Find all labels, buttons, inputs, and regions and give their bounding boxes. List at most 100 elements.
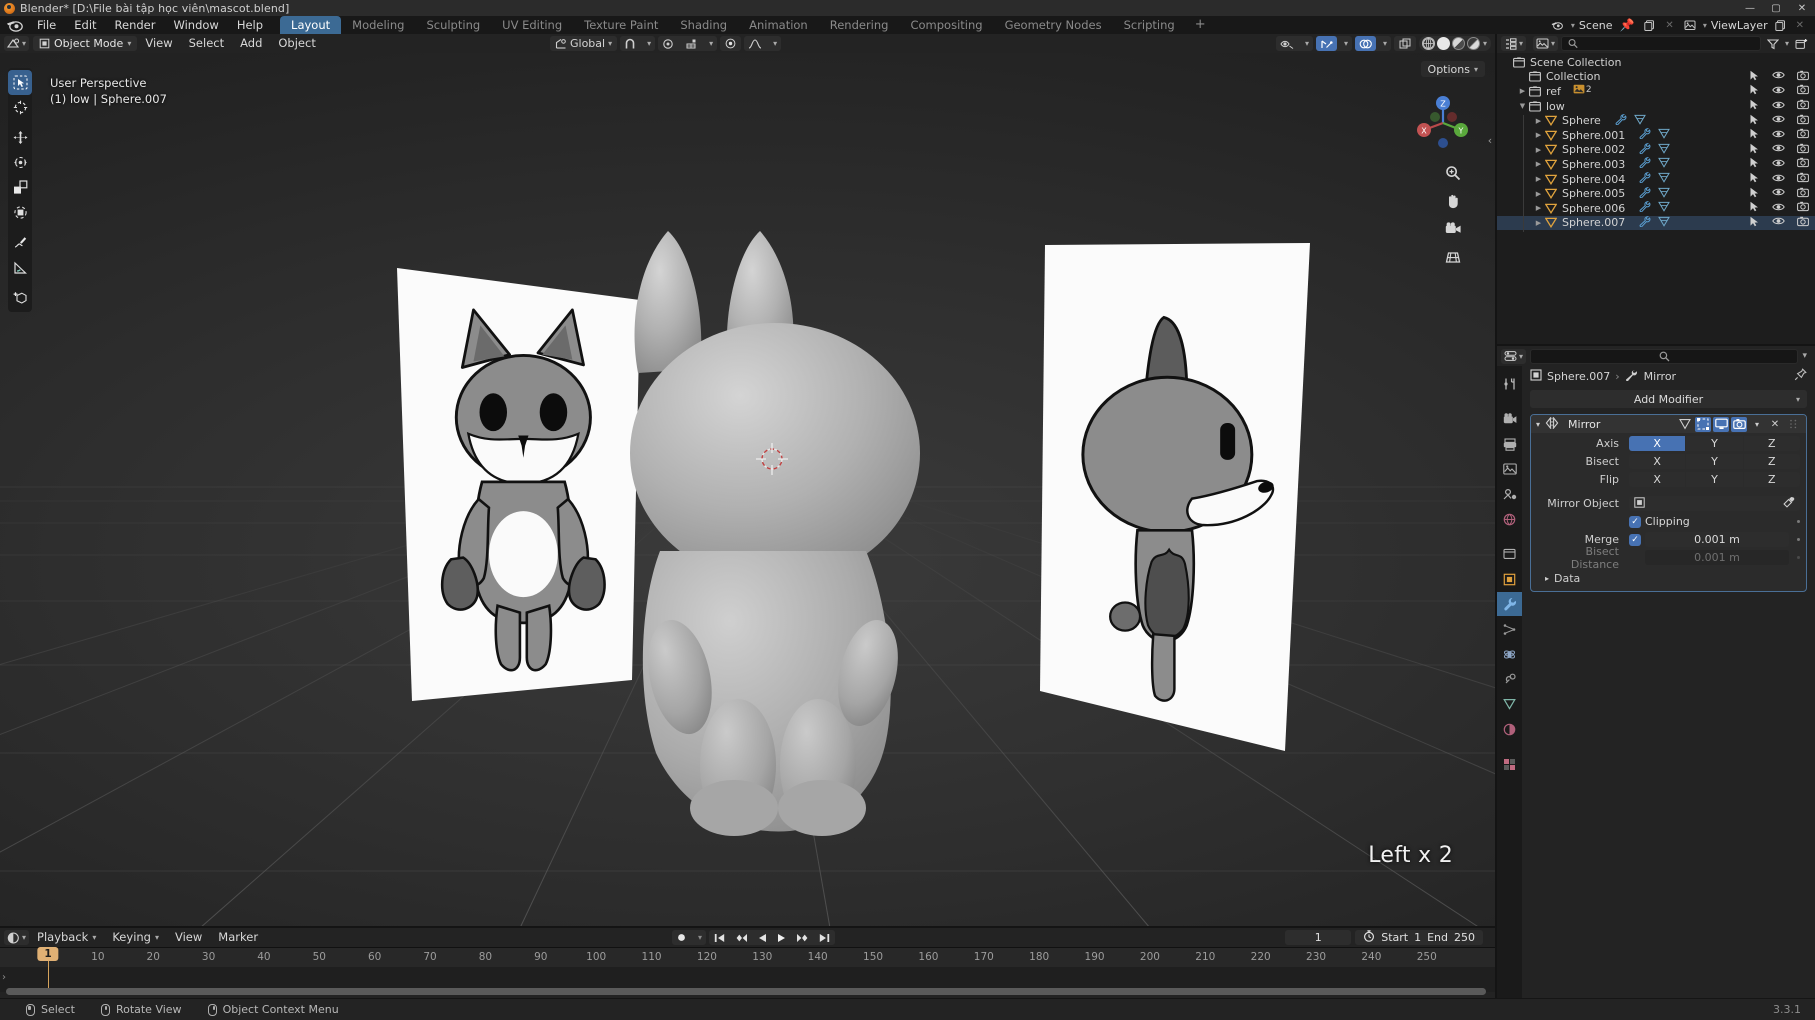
outliner-editor-type-selector[interactable]: ▾ <box>1501 36 1527 51</box>
outliner-row-sphere-002[interactable]: ▶ Sphere.002 <box>1497 143 1815 158</box>
image-datablock-badge[interactable]: 2 <box>1561 84 1592 98</box>
workspace-tab-uv-editing[interactable]: UV Editing <box>491 16 573 34</box>
axis-toggle-group[interactable]: XYZ <box>1629 436 1800 451</box>
workspace-tab-scripting[interactable]: Scripting <box>1113 16 1186 34</box>
shading-chevron-icon[interactable]: ▾ <box>1481 39 1489 48</box>
tool-transform[interactable] <box>8 200 32 225</box>
tool-move[interactable] <box>8 125 32 150</box>
outliner-row-sphere[interactable]: ▶ Sphere <box>1497 113 1815 128</box>
proportional-editing-icon[interactable] <box>658 36 678 51</box>
outliner-disable-render-icon[interactable] <box>1797 172 1809 186</box>
shading-rendered-icon[interactable] <box>1466 37 1480 50</box>
add-modifier-button[interactable]: Add Modifier ▾ <box>1530 390 1807 408</box>
timeline-ruler[interactable]: 10 20 30 40 50 60 70 80 90 100 110 120 130 140 150 160 1… <box>0 947 1495 967</box>
proportional-editing-controls[interactable]: ▾ <box>658 36 718 51</box>
timeline-channel-expand-icon[interactable]: › <box>0 970 8 984</box>
visibility-chevron-icon[interactable]: ▾ <box>1301 36 1313 51</box>
clipping-checkbox[interactable]: ✓ <box>1629 515 1641 528</box>
tab-object[interactable] <box>1497 567 1522 591</box>
workspace-tab-compositing[interactable]: Compositing <box>899 16 993 34</box>
sidebar-toggle-arrow-icon[interactable]: ‹ <box>1485 127 1495 153</box>
tab-world[interactable] <box>1497 507 1522 531</box>
outliner-selectable-icon[interactable] <box>1749 157 1760 171</box>
outliner-disable-render-icon[interactable] <box>1797 70 1809 84</box>
show-gizmo-icon[interactable] <box>1315 36 1337 51</box>
modifier-datablock-icon[interactable] <box>1639 172 1651 186</box>
viewlayer-chevron-icon[interactable]: ▾ <box>1703 21 1707 30</box>
mesh-datablock-icon[interactable] <box>1658 128 1671 142</box>
outliner-selectable-icon[interactable] <box>1749 187 1760 201</box>
proportional-pivot-icon[interactable] <box>681 36 702 51</box>
axis-toggle-x[interactable]: X <box>1629 436 1686 451</box>
expander-closed-icon[interactable]: ▶ <box>1533 131 1544 139</box>
tool-annotate[interactable] <box>8 230 32 255</box>
mesh-datablock-icon[interactable] <box>1658 216 1671 230</box>
snap-controls[interactable]: ▾ <box>620 36 656 51</box>
falloff-chevron-icon[interactable]: ▾ <box>769 36 781 51</box>
mesh-datablock-icon[interactable] <box>1658 143 1671 157</box>
outliner-row-sphere-006[interactable]: ▶ Sphere.006 <box>1497 201 1815 216</box>
tab-view-layer[interactable] <box>1497 457 1522 481</box>
outliner-hide-viewport-icon[interactable] <box>1772 158 1785 171</box>
tab-texture[interactable] <box>1497 752 1522 776</box>
mesh-datablock-icon[interactable] <box>1658 201 1671 215</box>
overlay-chevron-icon[interactable]: ▾ <box>1379 36 1391 51</box>
data-subpanel-header[interactable]: ▸ Data <box>1545 572 1800 585</box>
expander-closed-icon[interactable]: ▶ <box>1517 87 1528 95</box>
workspace-tab-sculpting[interactable]: Sculpting <box>415 16 491 34</box>
tool-cursor[interactable] <box>8 95 32 120</box>
outliner-selectable-icon[interactable] <box>1749 128 1760 142</box>
modifier-delete-icon[interactable]: ✕ <box>1767 417 1783 432</box>
outliner-disable-render-icon[interactable] <box>1797 187 1809 201</box>
expander-closed-icon[interactable]: ▶ <box>1533 190 1544 198</box>
tab-tool[interactable] <box>1497 372 1522 396</box>
pan-hand-icon[interactable] <box>1443 191 1463 211</box>
viewport-shading-group[interactable]: ▾ <box>1418 36 1491 51</box>
snap-chevron-icon[interactable]: ▾ <box>643 36 655 51</box>
outliner-disable-render-icon[interactable] <box>1797 84 1809 98</box>
outliner-selectable-icon[interactable] <box>1749 114 1760 128</box>
viewlayer-icon[interactable] <box>1681 18 1699 33</box>
modifier-datablock-icon[interactable] <box>1615 113 1627 128</box>
mesh-datablock-icon[interactable] <box>1633 114 1646 128</box>
properties-options-chevron-icon[interactable]: ▾ <box>1802 351 1811 361</box>
menu-render[interactable]: Render <box>106 16 165 34</box>
breadcrumb-object-name[interactable]: Sphere.007 <box>1547 370 1610 383</box>
outliner-tree[interactable]: Scene Collection Collection ▶ ref 2 ▼ low ▶ Sphe… <box>1497 53 1815 344</box>
outliner-disable-render-icon[interactable] <box>1797 216 1809 230</box>
outliner-disable-render-icon[interactable] <box>1797 128 1809 142</box>
clipping-animate-dot[interactable] <box>1797 520 1800 523</box>
frame-range-fields[interactable]: Start 1 End 250 <box>1355 930 1483 945</box>
modifier-datablock-icon[interactable] <box>1639 157 1651 171</box>
scene-chevron-icon[interactable]: ▾ <box>1571 21 1575 30</box>
mirror-modifier-name[interactable]: Mirror <box>1568 418 1600 431</box>
remove-viewlayer-icon[interactable]: ✕ <box>1793 18 1807 33</box>
modifier-extras-chevron-icon[interactable]: ▾ <box>1749 417 1765 432</box>
flip-toggle-z[interactable]: Z <box>1743 472 1800 487</box>
outliner-selectable-icon[interactable] <box>1749 99 1760 113</box>
camera-view-icon[interactable] <box>1443 219 1463 239</box>
flip-toggle-y[interactable]: Y <box>1686 472 1743 487</box>
start-frame-value[interactable]: 1 <box>1414 931 1421 944</box>
outliner-hide-viewport-icon[interactable] <box>1772 173 1785 186</box>
3d-viewport[interactable]: User Perspective (1) low | Sphere.007 Op… <box>0 53 1495 928</box>
outliner-disable-render-icon[interactable] <box>1797 143 1809 157</box>
modifier-on-cage-icon[interactable] <box>1677 417 1693 432</box>
tool-scale[interactable] <box>8 175 32 200</box>
outliner-hide-viewport-icon[interactable] <box>1772 70 1785 83</box>
transform-orientation-selector[interactable]: Global ▾ <box>550 36 618 51</box>
tab-constraints[interactable] <box>1497 667 1522 691</box>
playhead-frame-label[interactable]: 1 <box>37 947 59 961</box>
timeline-menu-keying[interactable]: Keying ▾ <box>104 928 167 947</box>
merge-checkbox[interactable]: ✓ <box>1629 533 1641 546</box>
axis-toggle-z[interactable]: Z <box>1743 436 1800 451</box>
outliner-filter-icon[interactable] <box>1764 36 1782 51</box>
object-visibility-icon[interactable] <box>1276 36 1298 51</box>
pin-properties-icon[interactable] <box>1794 368 1807 384</box>
outliner-disable-render-icon[interactable] <box>1797 114 1809 128</box>
menu-edit[interactable]: Edit <box>65 16 105 34</box>
workspace-tab-shading[interactable]: Shading <box>669 16 738 34</box>
tab-particles[interactable] <box>1497 617 1522 641</box>
jump-to-start-button[interactable] <box>709 930 730 945</box>
play-button[interactable] <box>772 930 791 945</box>
